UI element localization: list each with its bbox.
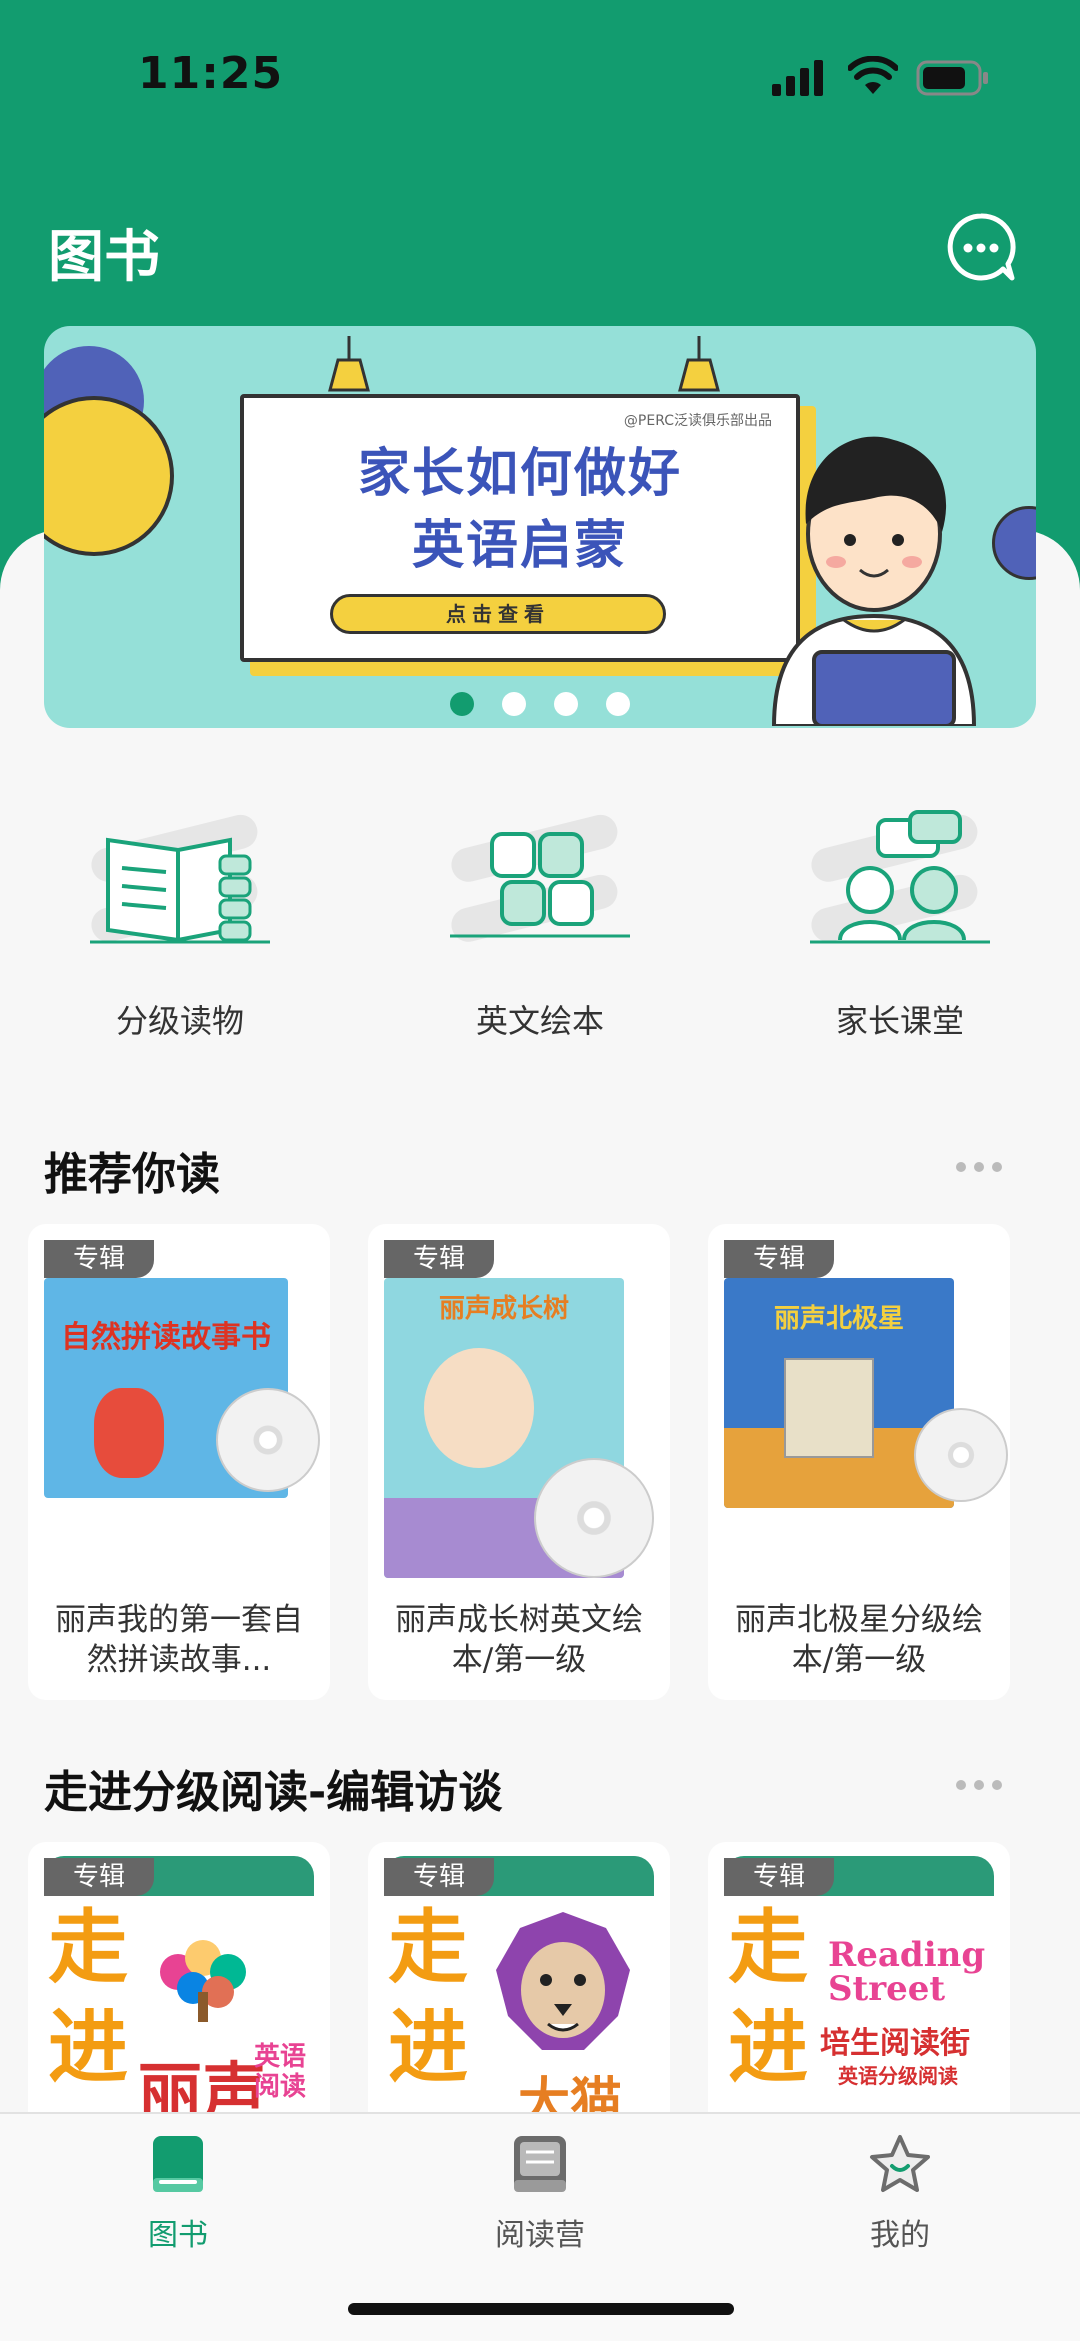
pagination-dot[interactable] — [554, 692, 578, 716]
category-label: 分级读物 — [115, 1002, 244, 1040]
more-icon[interactable] — [956, 1780, 1002, 1790]
book-title: 丽声我的第一套自然拼读故事... — [55, 1602, 303, 1678]
banner-board: @PERC泛读俱乐部出品 家长如何做好 英语启蒙 点击查看 — [240, 394, 800, 662]
section-title-interviews: 走进分级阅读-编辑访谈 — [44, 1767, 503, 1818]
album-tag: 专辑 — [384, 1858, 494, 1896]
notebook-icon — [514, 2136, 566, 2192]
album-tag: 专辑 — [44, 1858, 154, 1896]
cover-big-text: 走进 — [728, 1901, 808, 2094]
section-title-recommend: 推荐你读 — [44, 1149, 220, 1200]
pagination-dot[interactable] — [450, 692, 474, 716]
status-bar: 11:25 — [0, 0, 1080, 160]
books-abc-icon — [90, 814, 270, 944]
cd-disc — [914, 1408, 1008, 1502]
category-label: 家长课堂 — [835, 1002, 964, 1040]
book-title: 丽声成长树英文绘本/第一级 — [395, 1602, 643, 1678]
interview-card[interactable]: 专辑 走进 Reading Street 培生阅读街 英语分级阅读 — [708, 1842, 1010, 2142]
category-graded-readers[interactable]: 分级读物 — [60, 790, 300, 1042]
wifi-icon — [848, 56, 898, 94]
status-time: 11:25 — [138, 48, 284, 99]
home-indicator — [348, 2303, 734, 2315]
cover-title: 丽声成长树 — [438, 1294, 569, 1324]
banner-cta-button[interactable]: 点击查看 — [330, 594, 666, 634]
banner-headline: 家长如何做好 英语启蒙 — [357, 444, 682, 576]
tab-mine[interactable]: 我的 — [800, 2134, 1000, 2254]
pagination-dot[interactable] — [606, 692, 630, 716]
book-icon — [153, 2136, 203, 2192]
cd-disc — [216, 1388, 320, 1492]
pagination-dot[interactable] — [502, 692, 526, 716]
cover-title: 丽声北极星 — [773, 1304, 904, 1334]
battery-icon — [916, 60, 988, 96]
promo-banner[interactable]: @PERC泛读俱乐部出品 家长如何做好 英语启蒙 点击查看 — [44, 326, 1036, 728]
album-tag: 专辑 — [384, 1240, 494, 1278]
tab-reading-camp[interactable]: 阅读营 — [440, 2134, 640, 2254]
cover-fence — [784, 1358, 874, 1458]
book-card[interactable]: 专辑 丽声成长树 丽声成长树英文绘本/第一级 — [368, 1224, 670, 1700]
cover-sub2: 英语分级阅读 — [838, 2064, 958, 2088]
page-title: 图书 — [48, 225, 160, 290]
cover-brand: Reading Street — [828, 1935, 986, 2009]
book-cover: 丽声北极星 — [724, 1278, 1008, 1540]
cd-disc — [534, 1458, 654, 1578]
cover-sub: 培生阅读街 — [820, 2026, 970, 2061]
star-profile-icon — [870, 2135, 930, 2192]
cover-figure — [424, 1348, 534, 1468]
decor-circle — [44, 396, 174, 556]
lion-icon — [496, 1912, 630, 2050]
cover-figure — [94, 1388, 164, 1478]
album-tag: 专辑 — [724, 1858, 834, 1896]
cover-sub: 英语阅读 — [254, 2042, 307, 2102]
cover-big-text: 走进 — [48, 1901, 128, 2094]
cellular-signal-icon — [772, 60, 823, 96]
category-picture-books[interactable]: 英文绘本 — [420, 790, 660, 1042]
cover-title: 自然拼读故事书 — [61, 1320, 271, 1355]
tab-books[interactable]: 图书 — [78, 2134, 278, 2254]
book-card[interactable]: 专辑 丽声北极星 丽声北极星分级绘本/第一级 — [708, 1224, 1010, 1700]
book-cover: 自然拼读故事书 — [44, 1278, 320, 1540]
tab-label: 阅读营 — [495, 2218, 585, 2253]
chat-bubble-icon[interactable] — [946, 212, 1016, 282]
boy-illustration — [771, 436, 977, 726]
more-icon[interactable] — [956, 1162, 1002, 1172]
album-tag: 专辑 — [44, 1240, 154, 1278]
banner-pagination — [450, 692, 630, 716]
book-cover: 丽声成长树 — [384, 1278, 654, 1578]
book-card[interactable]: 专辑 自然拼读故事书 丽声我的第一套自然拼读故事... — [28, 1224, 330, 1700]
book-title: 丽声北极星分级绘本/第一级 — [735, 1602, 983, 1678]
tab-label: 我的 — [870, 2218, 930, 2253]
cover-big-text: 走进 — [388, 1901, 468, 2094]
category-row: 分级读物 英文绘本 家长课堂 — [0, 790, 1080, 1050]
tab-label: 图书 — [148, 2218, 208, 2253]
category-parent-class[interactable]: 家长课堂 — [780, 790, 1020, 1042]
tree-icon — [160, 1940, 246, 2022]
parents-talking-icon — [810, 810, 990, 944]
interview-card[interactable]: 专辑 走进 大猫 — [368, 1842, 670, 2142]
abc-blocks-icon — [450, 814, 630, 942]
interview-card[interactable]: 专辑 走进 丽声 英语阅读 — [28, 1842, 330, 2142]
album-tag: 专辑 — [724, 1240, 834, 1278]
category-label: 英文绘本 — [475, 1002, 604, 1040]
